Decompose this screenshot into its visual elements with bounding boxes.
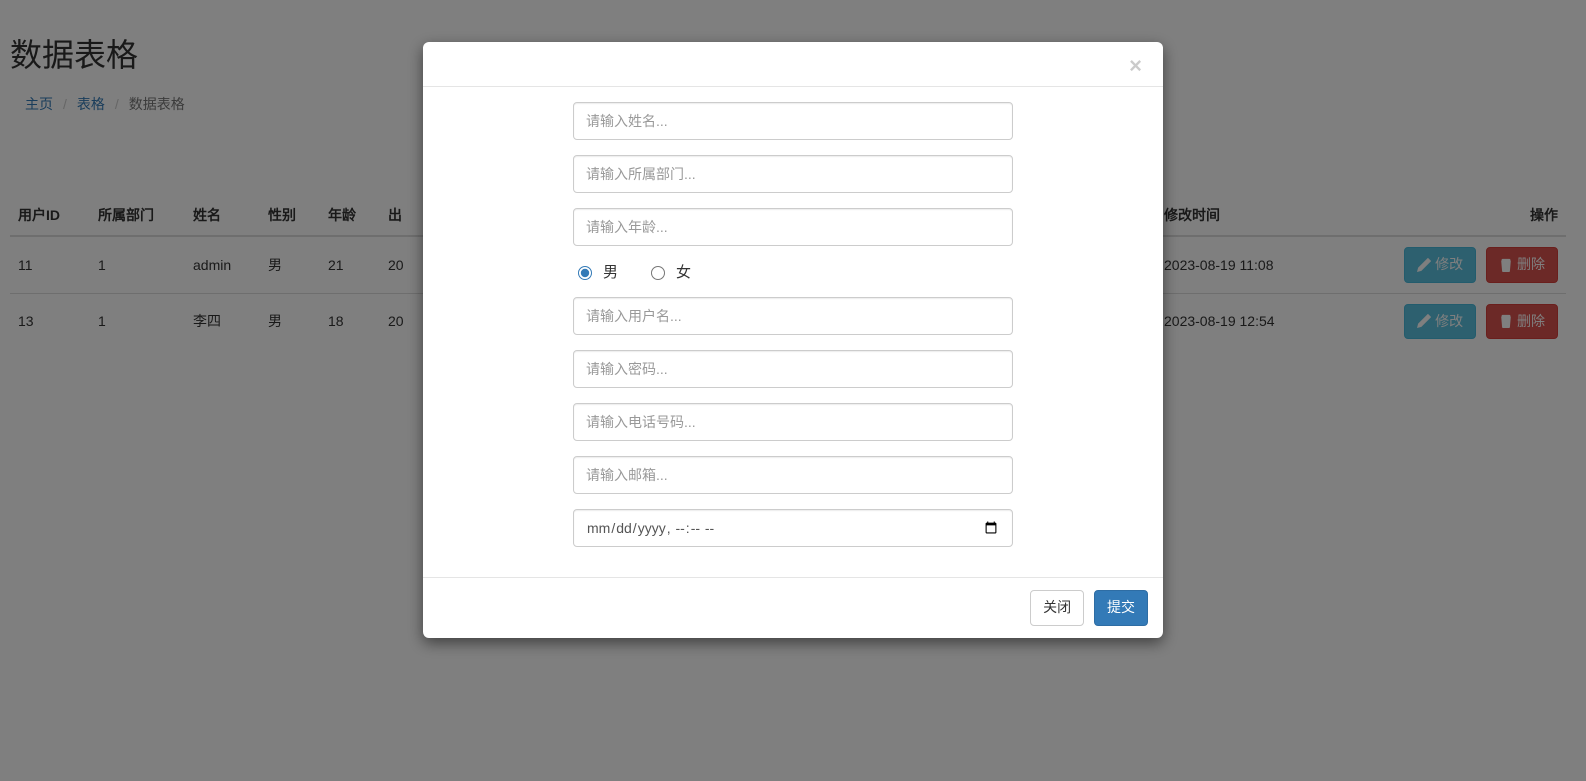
sex-male-radio[interactable] — [578, 266, 592, 280]
add-user-modal: × 男 女 — [423, 42, 1163, 638]
email-input[interactable] — [573, 456, 1013, 494]
modal-body: 男 女 — [423, 87, 1163, 577]
sex-male-label[interactable]: 男 — [603, 261, 618, 282]
sex-female-radio[interactable] — [651, 266, 665, 280]
password-input[interactable] — [573, 350, 1013, 388]
name-input[interactable] — [573, 102, 1013, 140]
sex-female-label[interactable]: 女 — [676, 261, 691, 282]
username-input[interactable] — [573, 297, 1013, 335]
phone-input[interactable] — [573, 403, 1013, 441]
dept-input[interactable] — [573, 155, 1013, 193]
close-icon[interactable]: × — [1123, 54, 1148, 78]
modal-submit-button[interactable]: 提交 — [1094, 590, 1148, 626]
modal-close-button[interactable]: 关闭 — [1030, 590, 1084, 626]
datetime-input[interactable] — [573, 509, 1013, 547]
modal-header: × — [423, 42, 1163, 87]
age-input[interactable] — [573, 208, 1013, 246]
modal-footer: 关闭 提交 — [423, 577, 1163, 638]
